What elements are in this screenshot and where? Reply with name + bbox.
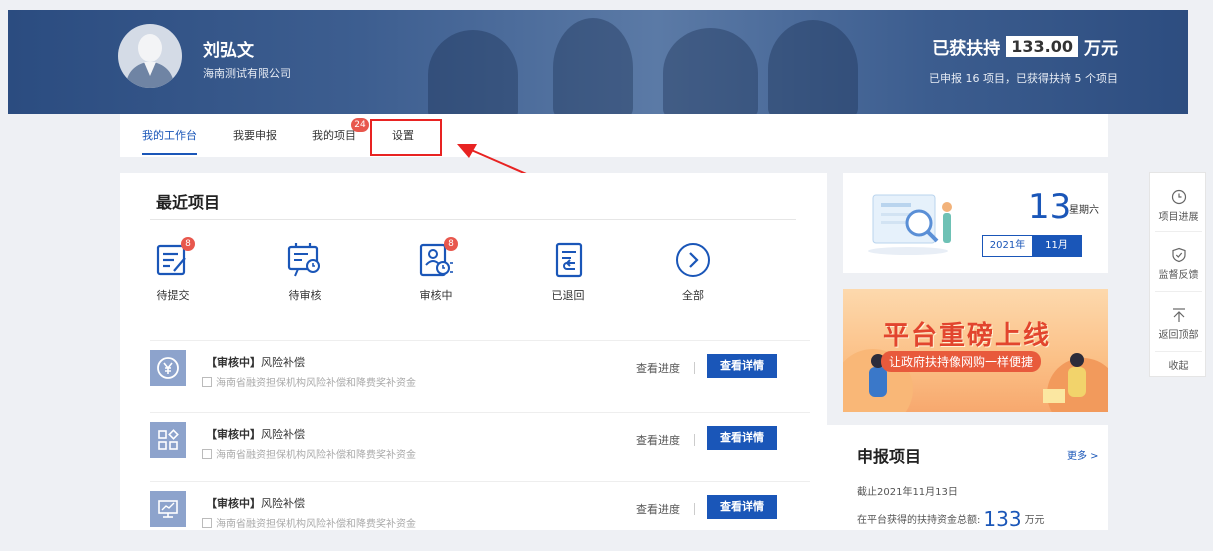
support-amount: 133.00 (1006, 36, 1078, 57)
category-label: 审核中 (419, 289, 453, 302)
banner-photo-person (428, 30, 518, 114)
support-detail: 已申报 16 项目，已获得扶持 5 个项目 (929, 72, 1118, 85)
clock-icon (1171, 189, 1186, 205)
reviewing-icon: 8 (417, 237, 458, 279)
tab-workbench[interactable]: 我的工作台 (142, 114, 197, 157)
tab-apply[interactable]: 我要申报 (233, 114, 277, 157)
apply-total: 在平台获得的扶持资金总额: 133 万元 (857, 507, 1045, 531)
banner-photo-person (553, 18, 633, 114)
calendar-year[interactable]: 2021年 (983, 236, 1032, 256)
projects-count-badge: 24 (351, 118, 369, 132)
edit-doc-icon: 8 (154, 237, 195, 279)
category-pending-submit[interactable]: 8 待提交 (133, 237, 213, 303)
view-detail-button[interactable]: 查看详情 (707, 426, 777, 450)
view-detail-button[interactable]: 查看详情 (707, 354, 777, 378)
view-progress-link[interactable]: 查看进度 (636, 501, 680, 517)
category-badge: 8 (181, 237, 195, 251)
category-label: 全部 (682, 289, 704, 302)
project-title: 【审核中】风险补偿 (206, 428, 305, 441)
recent-projects-title: 最近项目 (156, 193, 221, 212)
apply-date: 截止2021年11月13日 (857, 487, 958, 498)
project-desc: 海南省融资担保机构风险补偿和降费奖补资金 (202, 374, 416, 389)
year-month-selector[interactable]: 2021年 11月 (982, 235, 1082, 257)
profile-banner: 刘弘文 海南测试有限公司 已获扶持 133.00 万元 已申报 16 项目，已获… (8, 10, 1188, 114)
sidebar-item-back-to-top[interactable]: 返回顶部 (1150, 307, 1207, 341)
category-all[interactable]: 全部 (653, 241, 733, 303)
support-unit: 万元 (1084, 39, 1118, 59)
calendar-illustration (868, 194, 952, 255)
category-pending-review[interactable]: 待审核 (265, 241, 345, 303)
project-desc: 海南省融资担保机构风险补偿和降费奖补资金 (202, 515, 416, 530)
support-summary: 已获扶持 133.00 万元 (932, 34, 1118, 59)
calendar-weekday: 星期六 (1069, 205, 1099, 216)
tab-my-projects[interactable]: 我的项目 (312, 114, 356, 157)
apply-title: 申报项目 (857, 447, 922, 466)
recent-projects-card: 最近项目 8 待提交 待审核 8 审核中 已退回 全部 【审核中】风险补偿 海南… (120, 173, 827, 530)
user-name: 刘弘文 (203, 41, 254, 61)
review-board-icon (286, 241, 324, 279)
banner-photo-person (663, 28, 758, 114)
company-name: 海南测试有限公司 (203, 67, 291, 80)
category-badge: 8 (444, 237, 458, 251)
calendar-month[interactable]: 11月 (1032, 236, 1081, 256)
project-title: 【审核中】风险补偿 (206, 497, 305, 510)
category-returned[interactable]: 已退回 (528, 241, 608, 303)
avatar[interactable] (118, 24, 182, 88)
project-row: 【审核中】风险补偿 海南省融资担保机构风险补偿和降费奖补资金 查看进度 查看详情 (150, 481, 810, 551)
main-nav: 我的工作台 我要申报 我的项目 24 设置 (120, 114, 1108, 157)
back-to-top-icon (1172, 308, 1185, 322)
category-label: 待审核 (288, 289, 322, 302)
floating-sidebar: 项目进展 监督反馈 返回顶部 收起 (1149, 172, 1206, 377)
category-label: 已退回 (551, 289, 585, 302)
view-progress-link[interactable]: 查看进度 (636, 360, 680, 376)
project-title: 【审核中】风险补偿 (206, 356, 305, 369)
more-link[interactable]: 更多 > (1067, 447, 1099, 462)
category-reviewing[interactable]: 8 审核中 (396, 237, 476, 303)
calendar-day: 13 (1028, 187, 1072, 227)
category-label: 待提交 (156, 289, 190, 302)
promo-subtitle: 让政府扶持像网购一样便捷 (881, 351, 1042, 372)
apply-projects-card: 申报项目 更多 > 截止2021年11月13日 在平台获得的扶持资金总额: 133… (827, 425, 1108, 531)
monitor-icon (150, 491, 186, 527)
project-row: 【审核中】风险补偿 海南省融资担保机构风险补偿和降费奖补资金 查看进度 查看详情 (150, 340, 810, 410)
project-row: 【审核中】风险补偿 海南省融资担保机构风险补偿和降费奖补资金 查看进度 查看详情 (150, 412, 810, 482)
banner-photo-person (768, 20, 858, 114)
returned-doc-icon (549, 241, 587, 279)
chevron-right-circle-icon (674, 241, 712, 279)
sidebar-item-collapse[interactable]: 收起 (1150, 357, 1207, 372)
settings-highlight-box (370, 119, 442, 156)
project-desc: 海南省融资担保机构风险补偿和降费奖补资金 (202, 446, 416, 461)
yen-icon (150, 350, 186, 386)
promo-title: 平台重磅上线 (883, 321, 1052, 351)
promo-banner[interactable]: 平台重磅上线 让政府扶持像网购一样便捷 (843, 289, 1108, 412)
divider (150, 219, 796, 220)
shield-check-icon (1171, 247, 1186, 263)
sidebar-item-feedback[interactable]: 监督反馈 (1150, 247, 1207, 281)
total-amount: 133 (983, 507, 1022, 531)
apps-icon (150, 422, 186, 458)
sidebar-item-progress[interactable]: 项目进展 (1150, 189, 1207, 223)
view-progress-link[interactable]: 查看进度 (636, 432, 680, 448)
view-detail-button[interactable]: 查看详情 (707, 495, 777, 519)
support-prefix: 已获扶持 (932, 39, 1001, 59)
calendar-card: 13 星期六 2021年 11月 (843, 173, 1108, 273)
